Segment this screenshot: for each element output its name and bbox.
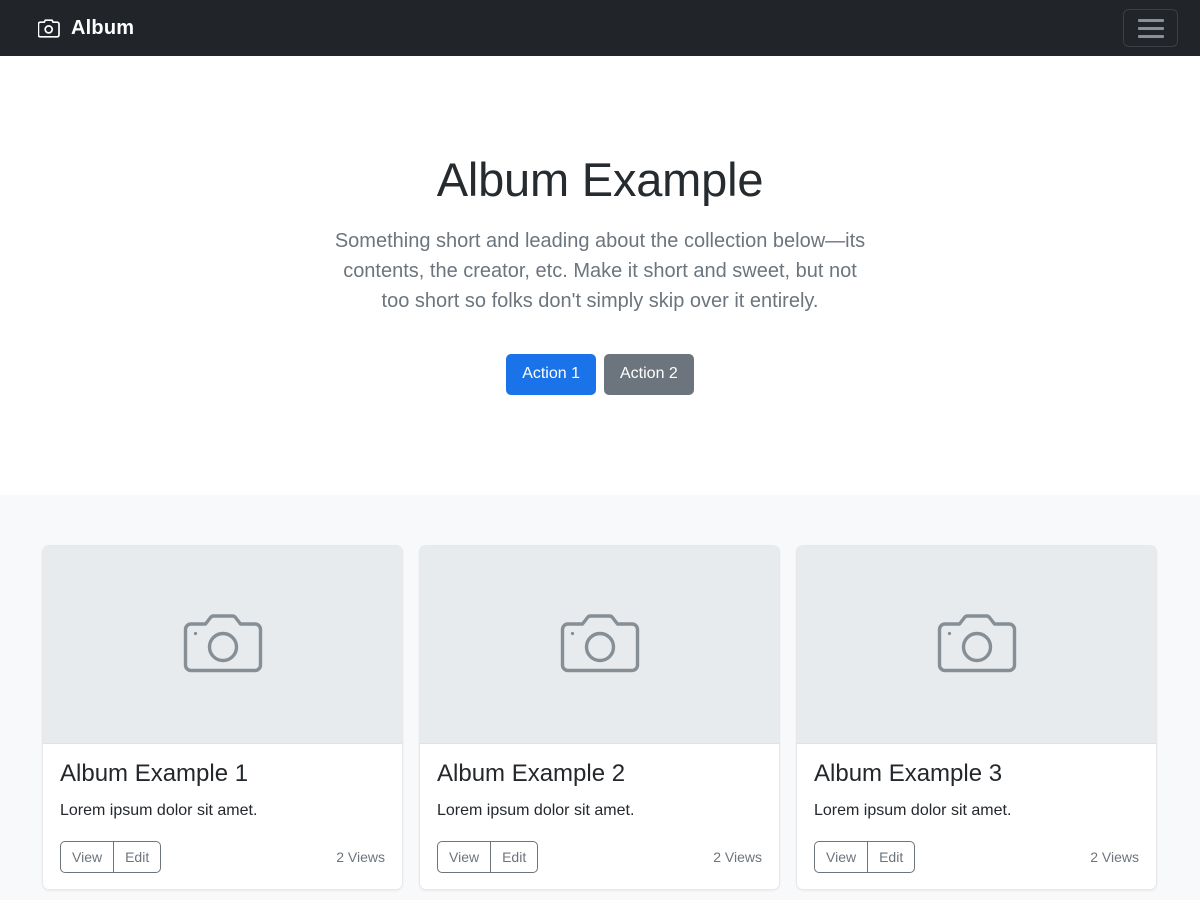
navbar-brand[interactable]: Album [38,17,134,40]
action-1-button[interactable]: Action 1 [506,354,596,395]
view-button[interactable]: View [60,840,114,873]
album-card-grid: Album Example 1 Lorem ipsum dolor sit am… [42,544,1158,900]
navbar: Album [0,0,1200,56]
camera-icon [38,18,60,38]
card-button-group: View Edit [814,840,916,873]
edit-button[interactable]: Edit [867,840,916,873]
camera-icon [183,614,262,673]
hero-lead-text: Something short and leading about the co… [334,230,866,313]
navbar-brand-label: Album [71,16,135,39]
views-count: 2 Views [713,848,762,865]
card-footer: View Edit 2 Views [814,840,1139,873]
card-text: Lorem ipsum dolor sit amet. [814,801,1012,819]
card-footer: View Edit 2 Views [60,840,385,873]
card-text: Lorem ipsum dolor sit amet. [437,801,635,819]
card-image-placeholder [797,545,1156,744]
album-card[interactable]: Album Example 1 Lorem ipsum dolor sit am… [42,544,403,890]
album-card[interactable]: Album Example 2 Lorem ipsum dolor sit am… [419,544,780,890]
hero-action-buttons: Action 1 Action 2 [0,354,1200,395]
card-image-placeholder [420,545,779,744]
card-body: Album Example 3 Lorem ipsum dolor sit am… [797,744,1156,889]
card-title: Album Example 3 [814,759,1003,787]
card-title: Album Example 2 [437,759,626,787]
card-title: Album Example 1 [60,759,249,787]
card-footer: View Edit 2 Views [437,840,762,873]
action-2-button[interactable]: Action 2 [604,354,694,395]
edit-button[interactable]: Edit [113,840,162,873]
hamburger-icon-bar [1137,18,1164,22]
card-text: Lorem ipsum dolor sit amet. [60,801,258,819]
hamburger-icon-bar [1137,26,1164,30]
card-button-group: View Edit [60,840,162,873]
card-button-group: View Edit [437,840,539,873]
camera-icon [937,614,1016,673]
views-count: 2 Views [1090,848,1139,865]
navbar-toggler-button[interactable] [1123,9,1178,47]
hamburger-icon-bar [1137,34,1164,38]
album-section: Album Example 1 Lorem ipsum dolor sit am… [0,494,1200,900]
edit-button[interactable]: Edit [490,840,539,873]
camera-icon [560,614,639,673]
card-image-placeholder [43,545,402,744]
hero-section: Album Example Something short and leadin… [0,56,1200,495]
card-body: Album Example 1 Lorem ipsum dolor sit am… [43,744,402,889]
views-count: 2 Views [336,848,385,865]
view-button[interactable]: View [814,840,868,873]
card-body: Album Example 2 Lorem ipsum dolor sit am… [420,744,779,889]
view-button[interactable]: View [437,840,491,873]
album-card[interactable]: Album Example 3 Lorem ipsum dolor sit am… [796,544,1157,890]
page-title: Album Example [436,153,764,206]
